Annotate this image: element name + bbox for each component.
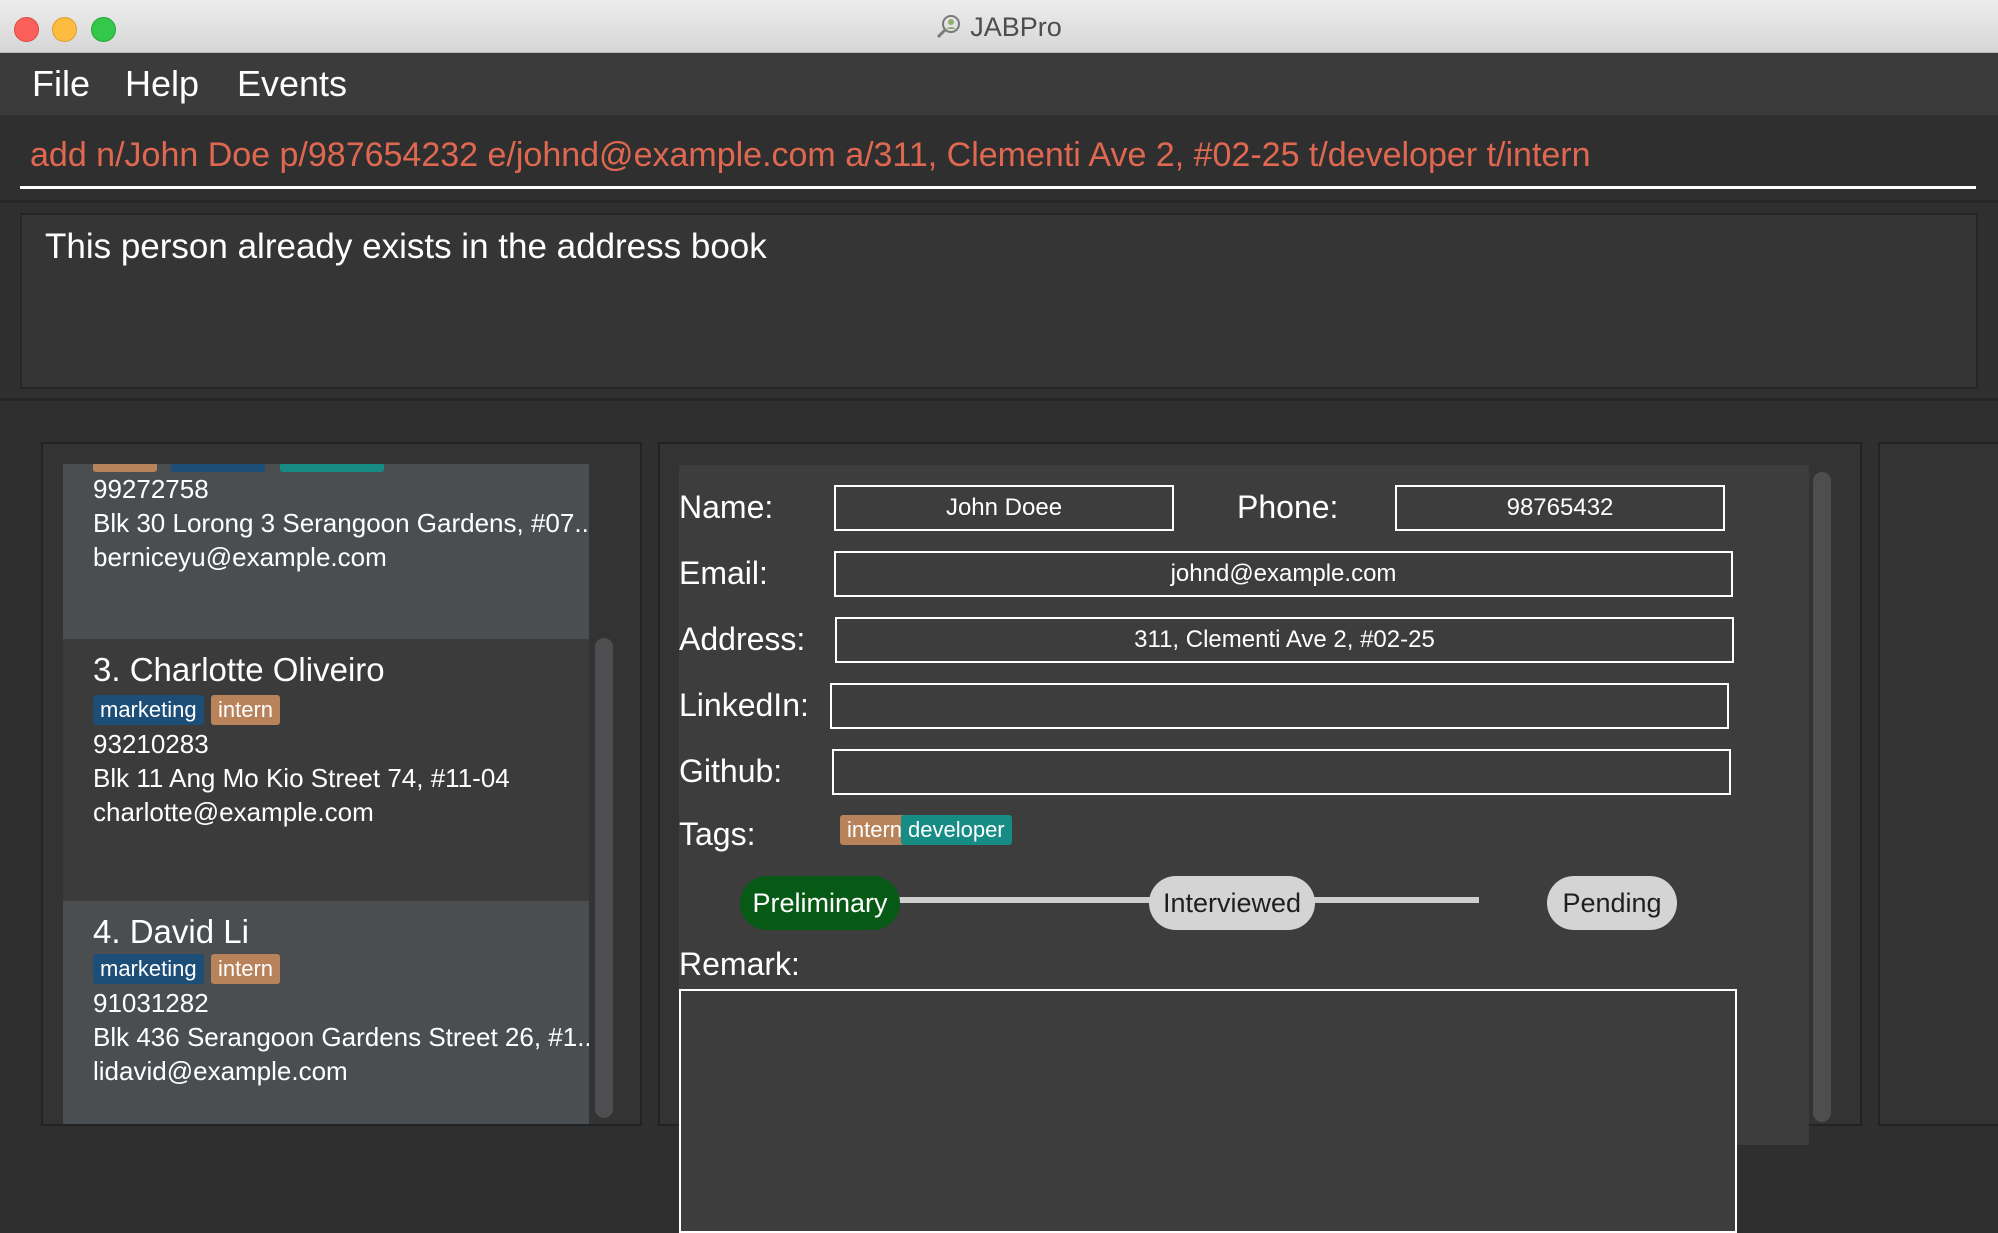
stage-interviewed[interactable]: Interviewed	[1149, 876, 1315, 930]
person-email: berniceyu@example.com	[93, 542, 387, 572]
person-card[interactable]: 3. Charlotte Oliveiro marketing intern 9…	[63, 639, 589, 901]
command-text: add n/John Doe p/987654232 e/johnd@examp…	[30, 136, 1591, 174]
person-email: charlotte@example.com	[93, 797, 374, 827]
phone-field[interactable]: 98765432	[1395, 485, 1725, 531]
github-label: Github:	[679, 753, 783, 789]
menu-file[interactable]: File	[32, 63, 90, 105]
name-field[interactable]: John Doee	[834, 485, 1174, 531]
tag-marketing: marketing	[93, 695, 204, 725]
person-phone: 93210283	[93, 729, 209, 759]
app-logo-icon	[936, 14, 962, 40]
tag-partial	[280, 464, 384, 472]
tag-partial	[93, 464, 157, 472]
person-phone: 91031282	[93, 988, 209, 1018]
divider	[0, 200, 1998, 203]
remark-field[interactable]	[679, 989, 1737, 1233]
email-label: Email:	[679, 555, 768, 591]
person-card[interactable]: 99272758 Blk 30 Lorong 3 Serangoon Garde…	[63, 464, 589, 639]
linkedin-field[interactable]	[830, 683, 1729, 729]
stage-pending[interactable]: Pending	[1547, 876, 1677, 930]
tag-intern: intern	[211, 695, 281, 725]
person-list-scrollbar[interactable]	[595, 638, 613, 1118]
tag-intern: intern	[211, 954, 281, 984]
person-card[interactable]: 4. David Li marketing intern 91031282 Bl…	[63, 901, 589, 1124]
tag-intern: intern	[840, 815, 910, 845]
person-name: 4. David Li	[93, 913, 249, 950]
result-message: This person already exists in the addres…	[45, 227, 767, 266]
phone-label: Phone:	[1237, 489, 1339, 525]
person-detail-panel: Name: John Doee Phone: 98765432 Email: j…	[658, 442, 1862, 1233]
window-titlebar: JABPro	[0, 0, 1998, 53]
result-display: This person already exists in the addres…	[20, 213, 1978, 389]
window-title: JABPro	[970, 12, 1062, 42]
name-label: Name:	[679, 489, 774, 525]
person-email: lidavid@example.com	[93, 1056, 348, 1086]
address-field[interactable]: 311, Clementi Ave 2, #02-25	[835, 617, 1734, 663]
person-list[interactable]: 99272758 Blk 30 Lorong 3 Serangoon Garde…	[63, 464, 589, 1124]
person-detail-form: Name: John Doee Phone: 98765432 Email: j…	[679, 465, 1809, 1233]
menu-events[interactable]: Events	[237, 63, 347, 105]
stage-preliminary[interactable]: Preliminary	[740, 876, 900, 930]
menu-bar: File Help Events	[0, 53, 1998, 115]
person-name: 3. Charlotte Oliveiro	[93, 651, 385, 688]
command-input[interactable]: add n/John Doe p/987654232 e/johnd@examp…	[20, 120, 1976, 189]
person-address: Blk 436 Serangoon Gardens Street 26, #1.…	[93, 1022, 589, 1052]
window-title-area: JABPro	[0, 12, 1998, 43]
github-field[interactable]	[832, 749, 1731, 795]
menu-help[interactable]: Help	[125, 63, 199, 105]
divider	[0, 398, 1998, 401]
tags-label: Tags:	[679, 816, 756, 852]
remark-label: Remark:	[679, 946, 800, 982]
linkedin-label: LinkedIn:	[679, 687, 809, 723]
person-phone: 99272758	[93, 474, 209, 504]
person-list-panel: 99272758 Blk 30 Lorong 3 Serangoon Garde…	[41, 442, 642, 1126]
person-address: Blk 30 Lorong 3 Serangoon Gardens, #07..…	[93, 508, 589, 538]
tag-partial	[171, 464, 265, 472]
address-label: Address:	[679, 621, 806, 657]
tag-developer: developer	[901, 815, 1012, 845]
tag-marketing: marketing	[93, 954, 204, 984]
side-panel	[1878, 442, 1998, 1126]
person-address: Blk 11 Ang Mo Kio Street 74, #11-04	[93, 763, 510, 793]
email-field[interactable]: johnd@example.com	[834, 551, 1733, 597]
detail-scrollbar[interactable]	[1813, 472, 1831, 1122]
